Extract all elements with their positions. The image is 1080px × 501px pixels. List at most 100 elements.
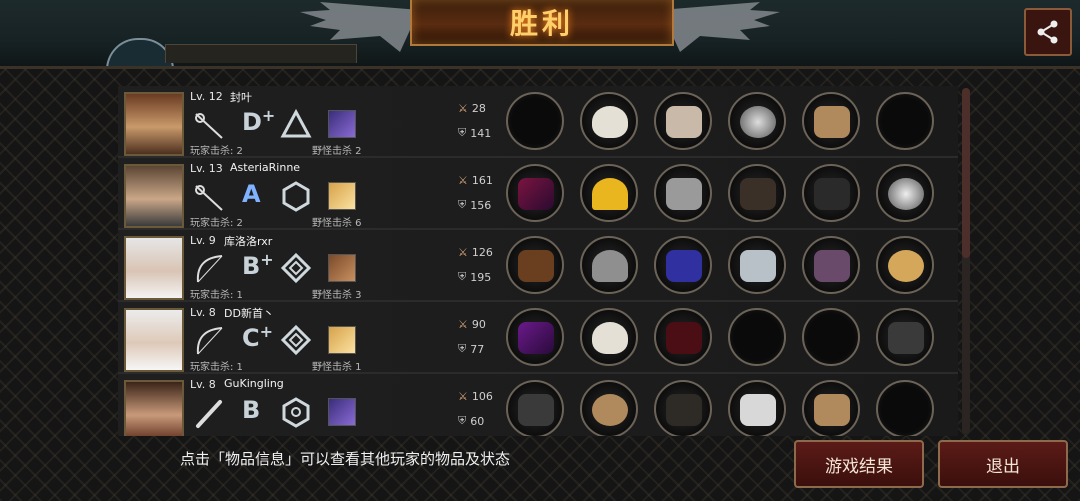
- crossed-swords-icon: ⚔: [458, 174, 468, 187]
- crossed-swords-icon: ⚔: [458, 102, 468, 115]
- monster-kills: 野怪击杀 3: [312, 290, 362, 301]
- crossed-swords-icon: ⚔: [458, 390, 468, 403]
- shield-icon: ⛨: [458, 414, 467, 427]
- knight-helm-item-icon: [592, 250, 628, 282]
- exit-button[interactable]: 退出: [938, 440, 1068, 488]
- attack-stat: ⚔ 90: [458, 318, 486, 331]
- defense-stat: ⛨ 195: [458, 270, 492, 284]
- hexagon-emblem-icon: [282, 181, 310, 212]
- rank-grade: A: [242, 180, 261, 208]
- player-name: 库洛洛rxr: [224, 235, 273, 248]
- boots-item-icon: [814, 178, 850, 210]
- robe-item-icon: [666, 250, 702, 282]
- item-slot[interactable]: [876, 164, 934, 222]
- diamond-emblem-icon: [280, 324, 312, 356]
- share-button[interactable]: [1024, 8, 1072, 56]
- item-slot[interactable]: [876, 236, 934, 294]
- item-slot[interactable]: [654, 164, 712, 222]
- item-slot[interactable]: [802, 380, 860, 436]
- item-slot[interactable]: [654, 236, 712, 294]
- item-slot[interactable]: [506, 164, 564, 222]
- item-info-hint: 点击「物品信息」可以查看其他玩家的物品及状态: [180, 450, 511, 468]
- fan-item-icon: [888, 250, 924, 282]
- item-slot[interactable]: [802, 164, 860, 222]
- cloak-item-icon: [666, 322, 702, 354]
- item-slot[interactable]: [580, 308, 638, 366]
- diamond-emblem-icon: [280, 252, 312, 284]
- quiver-item-icon: [888, 322, 924, 354]
- rank-grade: B+: [242, 250, 274, 280]
- bandage-item-icon: [592, 394, 628, 426]
- monster-kills: 野怪击杀 2: [312, 146, 362, 157]
- rapier-icon: [195, 113, 223, 139]
- item-slot[interactable]: [728, 380, 786, 436]
- item-slot[interactable]: [728, 92, 786, 150]
- crossed-swords-icon: ⚔: [458, 246, 468, 259]
- avatar: [124, 308, 184, 372]
- player-list[interactable]: Lv. 12 封叶 D+ 玩家击杀: 2 野怪击杀 2 ⚔ 28 ⛨ 141 Lv.…: [118, 86, 958, 436]
- player-kills: 玩家击杀: 1: [190, 290, 243, 301]
- crossbow-item-icon: [518, 250, 554, 282]
- player-kills: 玩家击杀: 2: [190, 218, 243, 229]
- monster-kills: 野怪击杀 6: [312, 218, 362, 229]
- sandals-item-icon: [814, 106, 850, 138]
- item-slot[interactable]: [876, 92, 934, 150]
- item-slot[interactable]: [728, 164, 786, 222]
- player-level: Lv. 8: [190, 378, 216, 391]
- player-kills: 玩家击杀: 2: [190, 146, 243, 157]
- game-result-button[interactable]: 游戏结果: [794, 440, 924, 488]
- shield-icon: ⛨: [458, 342, 467, 355]
- item-slot[interactable]: [876, 308, 934, 366]
- avatar: [124, 380, 184, 436]
- chain-item-icon: [740, 394, 776, 426]
- player-row[interactable]: Lv. 12 封叶 D+ 玩家击杀: 2 野怪击杀 2 ⚔ 28 ⛨ 141: [118, 86, 958, 158]
- shield-icon: ⛨: [458, 198, 467, 211]
- player-row[interactable]: Lv. 13 AsteriaRinne A 玩家击杀: 2 野怪击杀 6 ⚔ 16…: [118, 158, 958, 230]
- helmet-item-icon: [666, 106, 702, 138]
- item-slot[interactable]: [506, 308, 564, 366]
- hardhat-item-icon: [592, 178, 628, 210]
- item-slot[interactable]: [506, 380, 564, 436]
- bow-item-icon: [518, 322, 554, 354]
- defense-stat: ⛨ 156: [458, 198, 492, 212]
- item-slot[interactable]: [580, 236, 638, 294]
- item-slot[interactable]: [802, 236, 860, 294]
- item-slot[interactable]: [580, 380, 638, 436]
- item-slot[interactable]: [728, 236, 786, 294]
- attack-stat: ⚔ 161: [458, 174, 493, 187]
- player-level: Lv. 13: [190, 162, 223, 175]
- item-slot[interactable]: [506, 92, 564, 150]
- orb-item-icon: [888, 178, 924, 210]
- attack-stat: ⚔ 106: [458, 390, 493, 403]
- item-slot[interactable]: [654, 380, 712, 436]
- player-row[interactable]: Lv. 8 GuKingling B ⚔ 106 ⛨ 60: [118, 374, 958, 436]
- item-slot[interactable]: [876, 380, 934, 436]
- sandals-item-icon: [814, 394, 850, 426]
- player-row[interactable]: Lv. 9 库洛洛rxr B+ 玩家击杀: 1 野怪击杀 3 ⚔ 126 ⛨ 195: [118, 230, 958, 302]
- item-slot[interactable]: [654, 308, 712, 366]
- rank-grade: B: [242, 396, 261, 424]
- rapier-icon: [195, 185, 223, 211]
- mask-item-icon: [592, 322, 628, 354]
- hexagon-emblem-icon: [282, 397, 310, 428]
- blade-item-icon: [518, 178, 554, 210]
- item-slot[interactable]: [802, 92, 860, 150]
- player-row[interactable]: Lv. 8 DD新首丶 C+ 玩家击杀: 1 野怪击杀 1 ⚔ 90 ⛨ 77: [118, 302, 958, 374]
- page-title: 胜利: [509, 7, 574, 40]
- item-slot[interactable]: [580, 92, 638, 150]
- scrollbar-thumb[interactable]: [962, 88, 970, 258]
- item-slot[interactable]: [728, 308, 786, 366]
- list-scrollbar[interactable]: [962, 88, 970, 434]
- player-name: 封叶: [230, 91, 252, 104]
- avatar: [124, 236, 184, 300]
- item-slot[interactable]: [580, 164, 638, 222]
- coat-item-icon: [666, 394, 702, 426]
- item-slot[interactable]: [654, 92, 712, 150]
- skill-icon: [328, 398, 356, 426]
- item-slot[interactable]: [802, 308, 860, 366]
- skill-icon: [328, 254, 356, 282]
- monster-kills: 野怪击杀 1: [312, 362, 362, 373]
- item-slot[interactable]: [506, 236, 564, 294]
- attack-stat: ⚔ 28: [458, 102, 486, 115]
- skill-icon: [328, 110, 356, 138]
